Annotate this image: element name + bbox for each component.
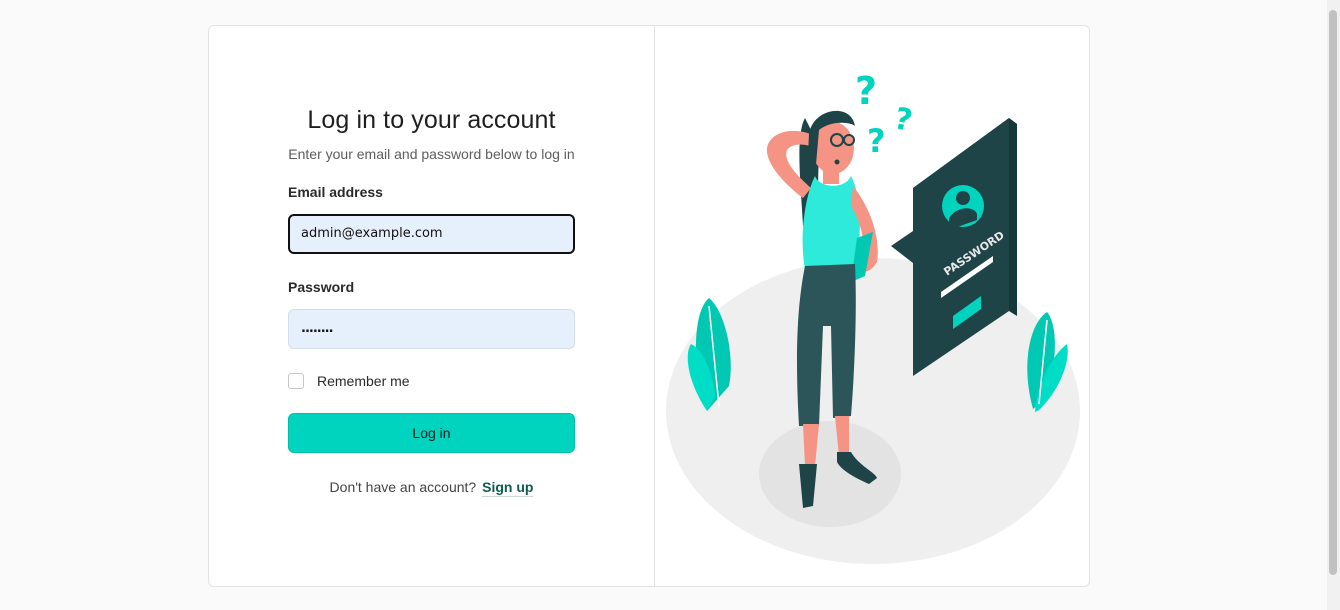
ground-ellipse bbox=[666, 258, 1080, 564]
signup-row: Don't have an account? Sign up bbox=[288, 479, 575, 497]
remember-me-row[interactable]: Remember me bbox=[288, 373, 575, 389]
email-field[interactable]: admin@example.com bbox=[288, 214, 575, 254]
question-marks-icon: ? ? ? bbox=[855, 69, 915, 160]
password-label: Password bbox=[288, 279, 355, 295]
shadow-ellipse bbox=[759, 421, 901, 527]
illustration-panel: PASSWORD ? ? ? bbox=[655, 26, 1089, 586]
signup-link[interactable]: Sign up bbox=[482, 479, 534, 497]
page-subtitle: Enter your email and password below to l… bbox=[288, 146, 575, 162]
page-title: Log in to your account bbox=[307, 106, 556, 134]
remember-me-checkbox[interactable] bbox=[288, 373, 304, 389]
password-field[interactable]: ........ bbox=[288, 309, 575, 349]
scrollbar-track[interactable] bbox=[1327, 0, 1340, 610]
remember-me-label[interactable]: Remember me bbox=[317, 373, 410, 389]
confused-woman-password-illustration: PASSWORD ? ? ? bbox=[666, 69, 1080, 564]
svg-text:?: ? bbox=[891, 101, 915, 139]
login-form: Log in to your account Enter your email … bbox=[288, 106, 575, 497]
login-button[interactable]: Log in bbox=[288, 413, 575, 453]
signup-prompt: Don't have an account? bbox=[329, 479, 477, 495]
scrollbar-thumb[interactable] bbox=[1329, 10, 1337, 575]
svg-text:?: ? bbox=[867, 122, 886, 160]
svg-text:?: ? bbox=[855, 69, 877, 113]
login-card: Log in to your account Enter your email … bbox=[208, 25, 1090, 587]
email-label: Email address bbox=[288, 184, 383, 200]
login-panel: Log in to your account Enter your email … bbox=[209, 26, 655, 586]
